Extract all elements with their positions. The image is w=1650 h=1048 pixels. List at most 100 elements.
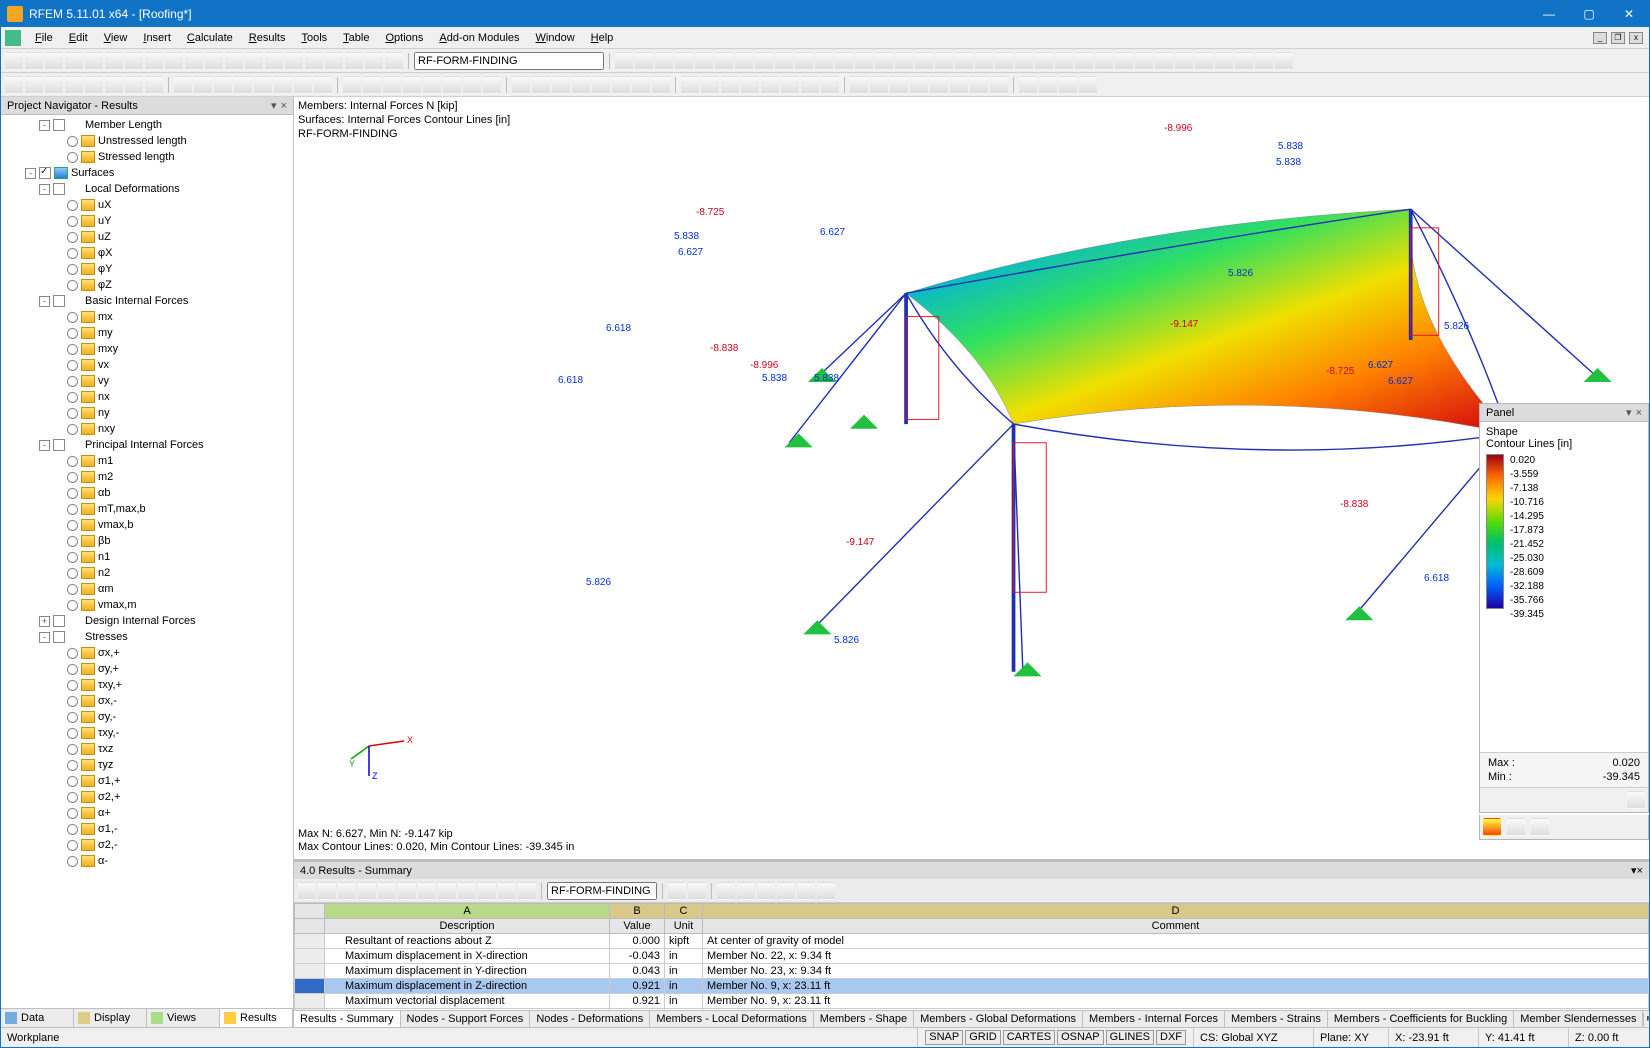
table-row[interactable]: Maximum vectorial displacement0.921inMem…: [295, 994, 1649, 1009]
table-row[interactable]: Resultant of reactions about Z0.000kipft…: [295, 934, 1649, 949]
toolbar-button[interactable]: [821, 76, 839, 94]
toolbar-button[interactable]: [612, 76, 630, 94]
tree-radio[interactable]: [67, 456, 78, 467]
tree-radio[interactable]: [67, 856, 78, 867]
tree-radio[interactable]: [67, 152, 78, 163]
panel-tab-color[interactable]: [1483, 818, 1501, 836]
navigator-close-icon[interactable]: ×: [281, 100, 287, 112]
results-tab[interactable]: Results - Summary: [294, 1011, 401, 1027]
toolbar-button[interactable]: [265, 52, 283, 70]
toolbar-button[interactable]: [45, 76, 63, 94]
toolbar-button[interactable]: [1255, 52, 1273, 70]
tree-node[interactable]: αb: [1, 485, 293, 501]
table-loadcase-combo[interactable]: [547, 882, 657, 900]
tree-node[interactable]: α+: [1, 805, 293, 821]
navigator-tab-display[interactable]: Display: [74, 1009, 147, 1027]
table-toolbar-button[interactable]: [737, 882, 755, 900]
panel-tab-balance[interactable]: [1507, 818, 1525, 836]
tree-radio[interactable]: [67, 344, 78, 355]
mdi-close[interactable]: x: [1629, 32, 1643, 44]
toolbar-button[interactable]: [314, 76, 332, 94]
tree-checkbox[interactable]: [53, 183, 65, 195]
maximize-button[interactable]: ▢: [1569, 1, 1609, 27]
toolbar-button[interactable]: [935, 52, 953, 70]
tree-radio[interactable]: [67, 648, 78, 659]
toolbar-button[interactable]: [403, 76, 421, 94]
toolbar-button[interactable]: [632, 76, 650, 94]
status-toggle-dxf[interactable]: DXF: [1156, 1030, 1186, 1045]
toolbar-button[interactable]: [1195, 52, 1213, 70]
table-toolbar-button[interactable]: [418, 882, 436, 900]
tree-node[interactable]: my: [1, 325, 293, 341]
toolbar-button[interactable]: [85, 52, 103, 70]
tree-radio[interactable]: [67, 568, 78, 579]
status-toggle-osnap[interactable]: OSNAP: [1057, 1030, 1104, 1045]
results-tab[interactable]: Members - Strains: [1225, 1011, 1328, 1027]
table-toolbar-button[interactable]: [358, 882, 376, 900]
close-button[interactable]: ✕: [1609, 1, 1649, 27]
table-toolbar-button[interactable]: [797, 882, 815, 900]
tree-node[interactable]: φY: [1, 261, 293, 277]
toolbar-button[interactable]: [835, 52, 853, 70]
toolbar-button[interactable]: [955, 52, 973, 70]
table-toolbar-button[interactable]: [378, 882, 396, 900]
toolbar-button[interactable]: [343, 76, 361, 94]
toolbar-button[interactable]: [194, 76, 212, 94]
tree-node[interactable]: τxy,+: [1, 677, 293, 693]
toolbar-button[interactable]: [572, 76, 590, 94]
tree-node[interactable]: m1: [1, 453, 293, 469]
table-toolbar-button[interactable]: [757, 882, 775, 900]
toolbar-button[interactable]: [1059, 76, 1077, 94]
menu-table[interactable]: Table: [335, 30, 377, 46]
tree-checkbox[interactable]: [53, 631, 65, 643]
toolbar-button[interactable]: [205, 52, 223, 70]
results-tab[interactable]: Nodes - Support Forces: [401, 1011, 531, 1027]
toolbar-button[interactable]: [701, 76, 719, 94]
table-toolbar-button[interactable]: [817, 882, 835, 900]
toolbar-button[interactable]: [305, 52, 323, 70]
toolbar-button[interactable]: [995, 52, 1013, 70]
tree-radio[interactable]: [67, 248, 78, 259]
toolbar-button[interactable]: [1035, 52, 1053, 70]
toolbar-button[interactable]: [274, 76, 292, 94]
table-row[interactable]: Maximum displacement in Y-direction0.043…: [295, 964, 1649, 979]
tab-scroll-first[interactable]: ⏮: [1643, 1013, 1649, 1026]
toolbar-button[interactable]: [592, 76, 610, 94]
navigator-tab-views[interactable]: Views: [147, 1009, 220, 1027]
menu-view[interactable]: View: [96, 30, 136, 46]
toolbar-button[interactable]: [294, 76, 312, 94]
tree-node[interactable]: -Basic Internal Forces: [1, 293, 293, 309]
tree-toggle[interactable]: -: [25, 168, 36, 179]
toolbar-button[interactable]: [385, 52, 403, 70]
menu-insert[interactable]: Insert: [135, 30, 179, 46]
tree-checkbox[interactable]: [53, 119, 65, 131]
toolbar-button[interactable]: [174, 76, 192, 94]
toolbar-button[interactable]: [655, 52, 673, 70]
toolbar-button[interactable]: [781, 76, 799, 94]
tree-node[interactable]: -Surfaces: [1, 165, 293, 181]
toolbar-button[interactable]: [423, 76, 441, 94]
tree-radio[interactable]: [67, 664, 78, 675]
tree-node[interactable]: βb: [1, 533, 293, 549]
table-toolbar-button[interactable]: [498, 882, 516, 900]
toolbar-button[interactable]: [715, 52, 733, 70]
tree-node[interactable]: αm: [1, 581, 293, 597]
tree-checkbox[interactable]: [53, 615, 65, 627]
tree-radio[interactable]: [67, 680, 78, 691]
toolbar-button[interactable]: [970, 76, 988, 94]
toolbar-button[interactable]: [512, 76, 530, 94]
table-next-button[interactable]: [688, 882, 706, 900]
table-close-icon[interactable]: ×: [1637, 865, 1643, 877]
tree-node[interactable]: σy,+: [1, 661, 293, 677]
tree-radio[interactable]: [67, 280, 78, 291]
toolbar-button[interactable]: [635, 52, 653, 70]
toolbar-button[interactable]: [1155, 52, 1173, 70]
toolbar-button[interactable]: [675, 52, 693, 70]
toolbar-button[interactable]: [552, 76, 570, 94]
tree-radio[interactable]: [67, 200, 78, 211]
tree-radio[interactable]: [67, 264, 78, 275]
tree-node[interactable]: σy,-: [1, 709, 293, 725]
tree-radio[interactable]: [67, 328, 78, 339]
toolbar-button[interactable]: [254, 76, 272, 94]
toolbar-button[interactable]: [245, 52, 263, 70]
